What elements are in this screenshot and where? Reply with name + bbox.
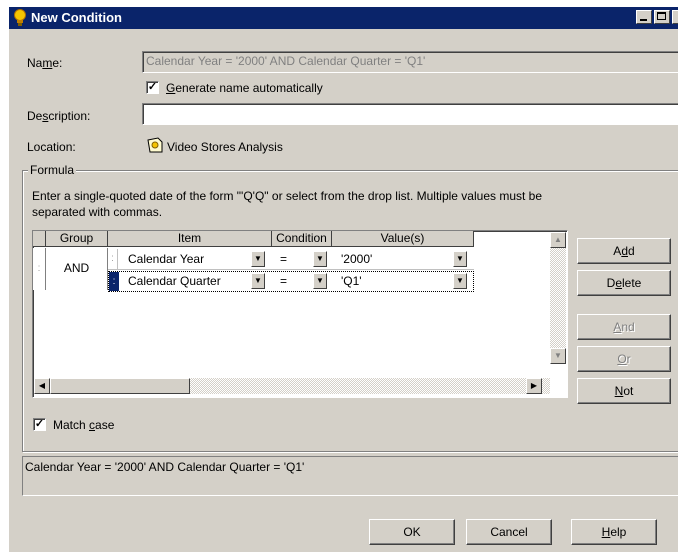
- condition-dropdown-arrow-icon[interactable]: ▼: [313, 273, 327, 289]
- row-handle-selected[interactable]: :: [109, 272, 119, 291]
- description-label: Description:: [27, 109, 91, 123]
- condition-row-selected[interactable]: : Calendar Quarter ▼ = ▼ 'Q1' ▼: [108, 271, 474, 292]
- row-value[interactable]: '2000': [341, 250, 372, 268]
- group-row-handle[interactable]: :: [33, 248, 46, 290]
- condition-row[interactable]: : Calendar Year ▼ = ▼ '2000' ▼: [108, 249, 474, 270]
- formula-hint-line1: Enter a single-quoted date of the form "…: [32, 189, 543, 203]
- maximize-button[interactable]: [654, 10, 670, 24]
- group-operator[interactable]: AND: [46, 248, 108, 290]
- formula-hint-line2: separated with commas.: [32, 205, 163, 219]
- horizontal-scroll-thumb[interactable]: [50, 378, 190, 394]
- name-label: Name:: [27, 56, 63, 70]
- scroll-down-arrow-icon[interactable]: ▼: [550, 348, 566, 364]
- column-header-group[interactable]: Group: [46, 231, 108, 247]
- column-header-condition[interactable]: Condition: [272, 231, 332, 247]
- horizontal-scrollbar[interactable]: ◀ ▶: [34, 378, 550, 394]
- row-condition[interactable]: =: [280, 250, 287, 268]
- condition-lightbulb-icon: [14, 9, 26, 26]
- and-button[interactable]: And: [577, 314, 671, 340]
- row-value[interactable]: 'Q1': [341, 272, 362, 290]
- vertical-scrollbar[interactable]: ▲ ▼: [550, 232, 566, 364]
- generate-name-label: Generate name automatically: [166, 81, 323, 95]
- not-button[interactable]: Not: [577, 378, 671, 404]
- item-dropdown-arrow-icon[interactable]: ▼: [251, 273, 265, 289]
- location-value: Video Stores Analysis: [167, 140, 283, 154]
- row-item[interactable]: Calendar Quarter: [128, 272, 221, 290]
- ok-button[interactable]: OK: [369, 519, 455, 545]
- business-area-icon: [147, 137, 163, 153]
- help-button[interactable]: Help: [571, 519, 657, 545]
- row-item[interactable]: Calendar Year: [128, 250, 204, 268]
- value-dropdown-arrow-icon[interactable]: ▼: [453, 273, 467, 289]
- new-condition-dialog: New Condition Name: Calendar Year = '200…: [8, 6, 678, 552]
- value-dropdown-arrow-icon[interactable]: ▼: [453, 251, 467, 267]
- add-button[interactable]: Add: [577, 238, 671, 264]
- condition-grid[interactable]: Group Item Condition Value(s) : AND : Ca…: [32, 230, 568, 398]
- title-bar[interactable]: New Condition: [9, 7, 678, 29]
- condition-dropdown-arrow-icon[interactable]: ▼: [313, 251, 327, 267]
- match-case-label: Match case: [53, 418, 115, 432]
- window-title: New Condition: [31, 10, 122, 25]
- cancel-button[interactable]: Cancel: [466, 519, 552, 545]
- row-handle[interactable]: :: [108, 249, 118, 269]
- column-header-item[interactable]: Item: [108, 231, 272, 247]
- scroll-right-arrow-icon[interactable]: ▶: [526, 378, 542, 394]
- or-button[interactable]: Or: [577, 346, 671, 372]
- column-header-values[interactable]: Value(s): [332, 231, 474, 247]
- name-input[interactable]: Calendar Year = '2000' AND Calendar Quar…: [142, 51, 678, 73]
- item-dropdown-arrow-icon[interactable]: ▼: [251, 251, 265, 267]
- scroll-up-arrow-icon[interactable]: ▲: [550, 232, 566, 248]
- location-label: Location:: [27, 140, 76, 154]
- formula-legend: Formula: [28, 163, 77, 177]
- match-case-checkbox[interactable]: ✓: [33, 418, 46, 431]
- generate-name-checkbox[interactable]: ✓: [146, 81, 159, 94]
- grid-corner: [33, 231, 46, 247]
- row-condition[interactable]: =: [280, 272, 287, 290]
- delete-button[interactable]: Delete: [577, 270, 671, 296]
- scroll-left-arrow-icon[interactable]: ◀: [34, 378, 50, 394]
- minimize-button[interactable]: [636, 10, 652, 24]
- condition-summary: Calendar Year = '2000' AND Calendar Quar…: [22, 456, 678, 496]
- close-button[interactable]: [672, 10, 678, 24]
- description-input[interactable]: [142, 103, 678, 125]
